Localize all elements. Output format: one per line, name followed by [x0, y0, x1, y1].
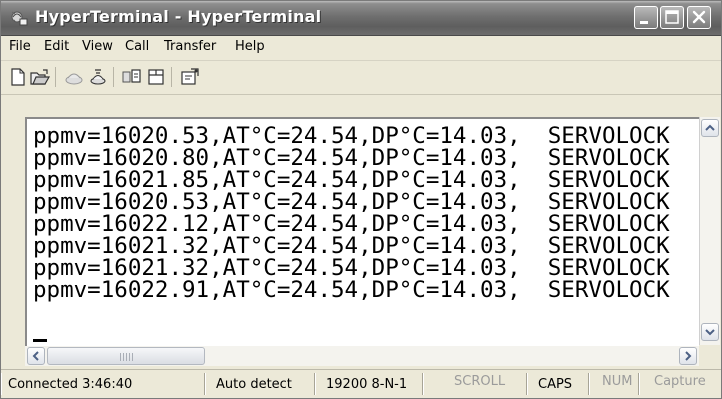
horizontal-scrollbar[interactable]	[25, 346, 699, 366]
terminal-line: ppmv=16021.32,AT°C=24.54,DP°C=14.03, SER…	[33, 255, 670, 281]
window-title: HyperTerminal - HyperTerminal	[35, 7, 322, 26]
send-icon[interactable]	[121, 67, 143, 87]
connect-icon[interactable]	[63, 67, 85, 87]
receive-icon[interactable]	[145, 67, 167, 87]
status-bar: Connected 3:46:40 Auto detect 19200 8-N-…	[1, 369, 721, 398]
status-connection: Connected 3:46:40	[8, 377, 133, 392]
status-caps-indicator: CAPS	[538, 377, 573, 392]
status-port-settings: 19200 8-N-1	[326, 377, 408, 392]
scroll-right-button[interactable]	[679, 347, 697, 365]
title-bar[interactable]: HyperTerminal - HyperTerminal	[1, 1, 721, 36]
disconnect-icon[interactable]	[87, 67, 109, 87]
menu-help[interactable]: Help	[235, 39, 265, 54]
toolbar-separator	[113, 67, 114, 87]
toolbar-separator	[171, 67, 172, 87]
chevron-left-icon	[32, 351, 39, 361]
maximize-icon	[665, 10, 679, 24]
minimize-icon	[640, 21, 648, 24]
hyperterminal-app-icon[interactable]	[9, 8, 29, 28]
scroll-left-button[interactable]	[27, 347, 45, 365]
chevron-down-icon	[705, 329, 715, 336]
terminal-line: ppmv=16022.91,AT°C=24.54,DP°C=14.03, SER…	[33, 277, 670, 303]
terminal-line: ppmv=16020.53,AT°C=24.54,DP°C=14.03, SER…	[33, 123, 670, 149]
menu-call[interactable]: Call	[125, 39, 149, 54]
properties-icon[interactable]	[179, 67, 201, 87]
status-cell: SCROLL	[423, 373, 527, 395]
chevron-right-icon	[685, 351, 692, 361]
terminal-line: ppmv=16021.85,AT°C=24.54,DP°C=14.03, SER…	[33, 167, 670, 193]
grip-icon	[120, 353, 134, 361]
menu-file[interactable]: File	[9, 39, 31, 54]
terminal-output[interactable]: ppmv=16020.53,AT°C=24.54,DP°C=14.03, SER…	[25, 117, 699, 347]
toolbar	[1, 61, 721, 95]
text-cursor	[33, 339, 47, 342]
status-capture-indicator: Capture	[654, 374, 706, 389]
minimize-button[interactable]	[634, 6, 658, 29]
menu-edit[interactable]: Edit	[44, 39, 69, 54]
vertical-scrollbar[interactable]	[699, 117, 720, 345]
status-num-indicator: NUM	[602, 374, 633, 389]
horizontal-scroll-thumb[interactable]	[47, 347, 205, 365]
menu-bar: File Edit View Call Transfer Help	[1, 36, 721, 61]
menu-transfer[interactable]: Transfer	[164, 39, 216, 54]
status-cell: CAPS	[527, 373, 589, 395]
terminal-line: ppmv=16021.32,AT°C=24.54,DP°C=14.03, SER…	[33, 233, 670, 259]
terminal-line: ppmv=16020.80,AT°C=24.54,DP°C=14.03, SER…	[33, 145, 670, 171]
status-detect: Auto detect	[216, 377, 292, 392]
status-cell: Connected 3:46:40	[1, 373, 205, 395]
close-icon	[692, 10, 706, 24]
status-scroll-indicator: SCROLL	[454, 374, 506, 389]
menu-view[interactable]: View	[82, 39, 113, 54]
scroll-up-button[interactable]	[701, 119, 719, 137]
terminal-line: ppmv=16022.12,AT°C=24.54,DP°C=14.03, SER…	[33, 211, 670, 237]
maximize-button[interactable]	[660, 6, 684, 29]
scroll-down-button[interactable]	[701, 323, 719, 341]
status-cell: 19200 8-N-1	[315, 373, 423, 395]
open-icon[interactable]	[29, 67, 51, 87]
status-cell: Capture	[639, 373, 721, 395]
hyperterminal-window: HyperTerminal - HyperTerminal File Edit …	[0, 0, 722, 399]
new-icon[interactable]	[7, 67, 29, 87]
scroll-corner	[699, 346, 719, 366]
chevron-up-icon	[705, 124, 715, 131]
status-cell: Auto detect	[205, 373, 315, 395]
close-button[interactable]	[687, 6, 711, 29]
toolbar-separator	[55, 67, 56, 87]
status-cell: NUM	[589, 373, 639, 395]
terminal-line: ppmv=16020.53,AT°C=24.54,DP°C=14.03, SER…	[33, 189, 670, 215]
